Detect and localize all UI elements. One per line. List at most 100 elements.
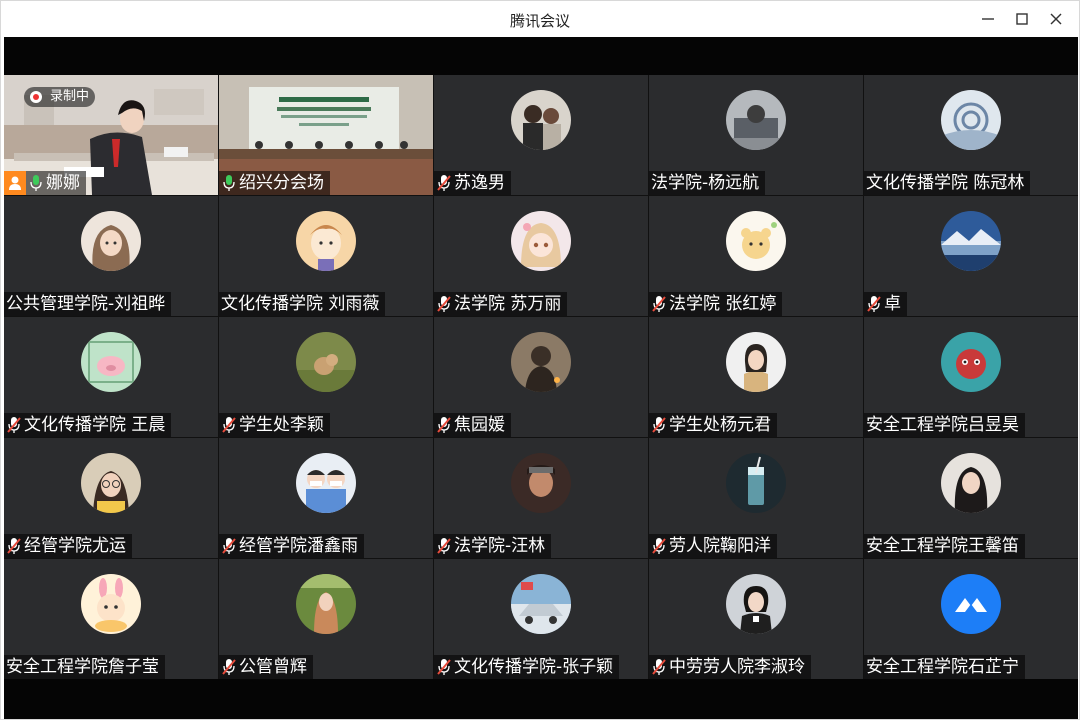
participant-tile[interactable]: 法学院-汪林: [434, 438, 648, 558]
participant-tile[interactable]: 法学院 苏万丽: [434, 196, 648, 316]
microphone-muted-icon: [6, 415, 22, 435]
participant-name: 经管学院尤运: [24, 536, 126, 556]
avatar: [726, 332, 786, 392]
close-button[interactable]: [1039, 1, 1073, 37]
microphone-muted-icon: [651, 415, 667, 435]
microphone-muted-icon: [651, 657, 667, 677]
participant-name: 法学院-杨远航: [651, 173, 760, 193]
avatar: [511, 90, 571, 150]
meeting-window: 腾讯会议 录制中 娜娜 绍兴分会场 苏逸男 法学院-杨远航 文化传播学院 陈冠林 公共管理学…: [0, 0, 1080, 720]
maximize-icon: [1016, 13, 1028, 25]
participant-tile[interactable]: 苏逸男: [434, 75, 648, 195]
participant-tile[interactable]: 录制中娜娜: [4, 75, 218, 195]
participant-name: 安全工程学院吕昱昊: [866, 415, 1019, 435]
participant-tile[interactable]: 公管曾辉: [219, 559, 433, 679]
participant-tile[interactable]: 中劳劳人院李淑玲: [649, 559, 863, 679]
avatar: [296, 211, 356, 271]
microphone-muted-icon: [866, 294, 882, 314]
recording-label: 录制中: [50, 89, 90, 104]
participant-tile[interactable]: 文化传播学院-张子颖: [434, 559, 648, 679]
avatar: [726, 90, 786, 150]
name-bar: 劳人院鞠阳洋: [649, 534, 777, 558]
host-user-icon: [4, 171, 26, 195]
avatar: [941, 332, 1001, 392]
avatar: [81, 574, 141, 634]
participant-name: 法学院 苏万丽: [454, 294, 562, 314]
name-bar: 公共管理学院-刘祖晔: [4, 292, 172, 316]
top-letterbox: [4, 37, 1078, 75]
maximize-button[interactable]: [1005, 1, 1039, 37]
participant-tile[interactable]: 焦园媛: [434, 317, 648, 437]
participant-tile[interactable]: 文化传播学院 陈冠林: [864, 75, 1078, 195]
avatar: [296, 332, 356, 392]
name-bar: 苏逸男: [434, 171, 511, 195]
avatar: [511, 453, 571, 513]
microphone-muted-icon: [221, 657, 237, 677]
window-title: 腾讯会议: [509, 12, 570, 30]
microphone-muted-icon: [221, 536, 237, 556]
participant-grid: 录制中 娜娜 绍兴分会场 苏逸男 法学院-杨远航 文化传播学院 陈冠林 公共管理学院-刘祖晔…: [4, 75, 1078, 679]
participant-name: 安全工程学院詹子莹: [6, 657, 159, 677]
name-bar: 经管学院尤运: [4, 534, 132, 558]
participant-tile[interactable]: 绍兴分会场: [219, 75, 433, 195]
microphone-muted-icon: [651, 294, 667, 314]
name-bar: 学生处李颖: [219, 413, 330, 437]
name-bar: 安全工程学院詹子莹: [4, 655, 165, 679]
name-bar: 文化传播学院-张子颖: [434, 655, 620, 679]
participant-tile[interactable]: 安全工程学院詹子莹: [4, 559, 218, 679]
name-bar: 法学院-汪林: [434, 534, 552, 558]
microphone-muted-icon: [651, 536, 667, 556]
participant-tile[interactable]: 文化传播学院 王晨: [4, 317, 218, 437]
participant-tile[interactable]: 法学院 张红婷: [649, 196, 863, 316]
title-bar[interactable]: 腾讯会议: [1, 1, 1079, 37]
participant-tile[interactable]: 安全工程学院吕昱昊: [864, 317, 1078, 437]
participant-tile[interactable]: 经管学院潘鑫雨: [219, 438, 433, 558]
avatar: [81, 453, 141, 513]
avatar: [81, 332, 141, 392]
name-bar: 安全工程学院王馨笛: [864, 534, 1025, 558]
participant-name: 学生处杨元君: [669, 415, 771, 435]
name-bar: 法学院 苏万丽: [434, 292, 568, 316]
participant-tile[interactable]: 卓: [864, 196, 1078, 316]
participant-name: 文化传播学院 刘雨薇: [221, 294, 380, 314]
participant-tile[interactable]: 安全工程学院石芷宁: [864, 559, 1078, 679]
participant-name: 文化传播学院-张子颖: [454, 657, 614, 677]
minimize-button[interactable]: [971, 1, 1005, 37]
window-controls: [971, 1, 1073, 37]
participant-name: 苏逸男: [454, 173, 505, 193]
participant-name: 经管学院潘鑫雨: [239, 536, 358, 556]
avatar: [296, 574, 356, 634]
name-bar: 卓: [864, 292, 907, 316]
participant-name: 中劳劳人院李淑玲: [669, 657, 805, 677]
avatar: [511, 211, 571, 271]
participant-tile[interactable]: 经管学院尤运: [4, 438, 218, 558]
avatar: [941, 211, 1001, 271]
participant-name: 劳人院鞠阳洋: [669, 536, 771, 556]
avatar: [726, 574, 786, 634]
participant-tile[interactable]: 文化传播学院 刘雨薇: [219, 196, 433, 316]
microphone-on-icon: [28, 173, 44, 193]
participant-tile[interactable]: 劳人院鞠阳洋: [649, 438, 863, 558]
participant-tile[interactable]: 学生处李颖: [219, 317, 433, 437]
avatar: [81, 211, 141, 271]
participant-tile[interactable]: 安全工程学院王馨笛: [864, 438, 1078, 558]
name-bar: 绍兴分会场: [219, 171, 330, 195]
participant-name: 公共管理学院-刘祖晔: [6, 294, 166, 314]
avatar: [726, 211, 786, 271]
avatar: [941, 453, 1001, 513]
participant-name: 法学院 张红婷: [669, 294, 777, 314]
tencent-meeting-logo-avatar: [941, 574, 1001, 634]
participant-tile[interactable]: 法学院-杨远航: [649, 75, 863, 195]
participant-name: 法学院-汪林: [454, 536, 546, 556]
participant-tile[interactable]: 学生处杨元君: [649, 317, 863, 437]
participant-name: 绍兴分会场: [239, 173, 324, 193]
name-bar: 娜娜: [4, 171, 86, 195]
microphone-muted-icon: [221, 415, 237, 435]
participant-name: 学生处李颖: [239, 415, 324, 435]
microphone-muted-icon: [436, 415, 452, 435]
microphone-on-icon: [221, 173, 237, 193]
microphone-muted-icon: [436, 173, 452, 193]
name-bar: 学生处杨元君: [649, 413, 777, 437]
participant-tile[interactable]: 公共管理学院-刘祖晔: [4, 196, 218, 316]
participant-name: 安全工程学院石芷宁: [866, 657, 1019, 677]
